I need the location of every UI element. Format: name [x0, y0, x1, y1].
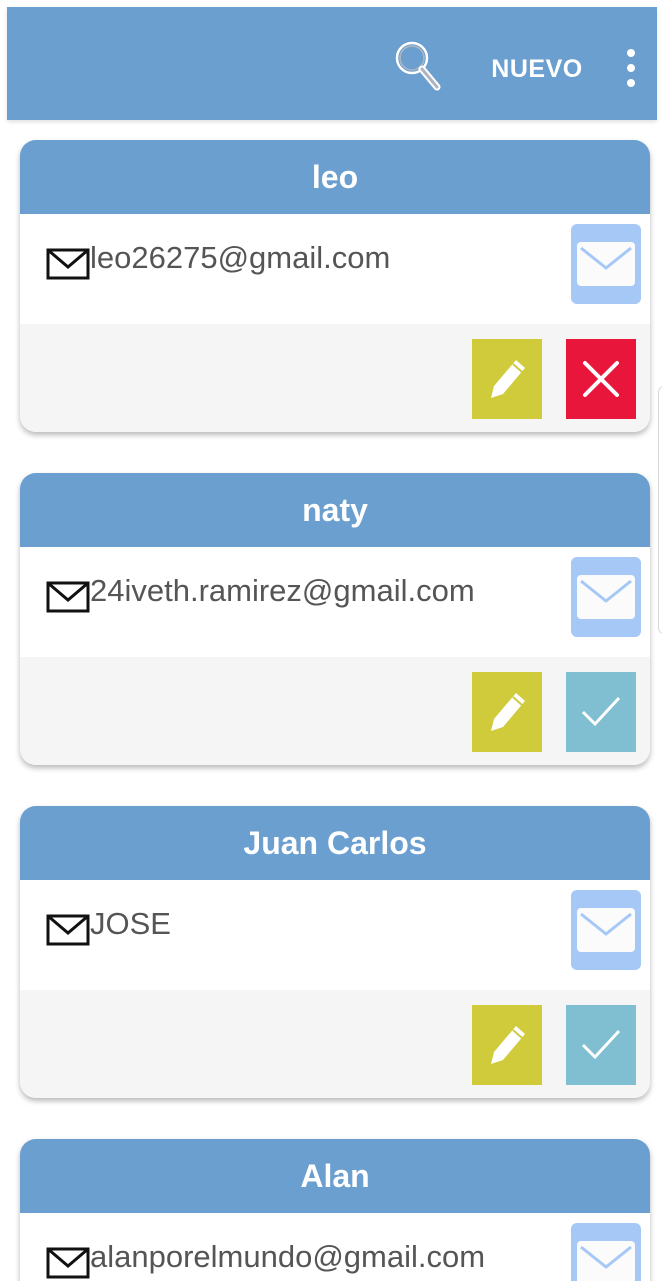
close-icon — [583, 361, 619, 397]
contact-email: leo26275@gmail.com — [90, 240, 391, 275]
contact-name: leo — [20, 140, 650, 214]
contact-name: Alan — [20, 1139, 650, 1213]
envelope-icon — [46, 580, 90, 614]
search-icon[interactable] — [392, 37, 444, 93]
pencil-icon — [491, 1026, 525, 1064]
checkmark-icon — [581, 696, 621, 727]
send-email-button[interactable] — [571, 557, 641, 637]
envelope-icon — [46, 913, 90, 947]
confirm-button[interactable] — [566, 1005, 636, 1085]
contact-email: JOSE — [90, 906, 171, 941]
send-email-button[interactable] — [571, 890, 641, 970]
mail-icon — [577, 908, 635, 952]
pencil-icon — [491, 360, 525, 398]
contact-name: naty — [20, 473, 650, 547]
mail-icon — [577, 575, 635, 619]
edit-button[interactable] — [472, 1005, 542, 1085]
mail-icon — [577, 242, 635, 286]
contact-actions — [20, 324, 650, 432]
confirm-button[interactable] — [566, 672, 636, 752]
contact-email-row: 24iveth.ramirez@gmail.com — [20, 547, 650, 657]
mail-icon — [577, 1241, 635, 1281]
edit-button[interactable] — [472, 339, 542, 419]
contact-actions — [20, 657, 650, 765]
contact-card: Juan Carlos JOSE — [20, 806, 650, 1098]
contact-email-row: JOSE — [20, 880, 650, 990]
edit-button[interactable] — [472, 672, 542, 752]
contact-email: alanporelmundo@gmail.com — [90, 1239, 486, 1274]
contact-card: Alan alanporelmundo@gmail.com — [20, 1139, 650, 1281]
envelope-icon — [46, 1246, 90, 1280]
pencil-icon — [491, 693, 525, 731]
contact-actions — [20, 990, 650, 1098]
contact-list[interactable]: leo leo26275@gmail.com naty 24iveth.rami… — [0, 120, 662, 1281]
side-scroll-indicator — [658, 386, 662, 634]
contact-card: leo leo26275@gmail.com — [20, 140, 650, 432]
new-contact-button[interactable]: NUEVO — [479, 43, 595, 95]
contact-card: naty 24iveth.ramirez@gmail.com — [20, 473, 650, 765]
envelope-icon — [46, 247, 90, 281]
contact-name: Juan Carlos — [20, 806, 650, 880]
send-email-button[interactable] — [571, 224, 641, 304]
more-vert-icon[interactable] — [611, 45, 651, 93]
delete-button[interactable] — [566, 339, 636, 419]
contact-email: 24iveth.ramirez@gmail.com — [90, 573, 475, 608]
contact-email-row: leo26275@gmail.com — [20, 214, 650, 324]
app-bar: NUEVO — [7, 7, 657, 120]
send-email-button[interactable] — [571, 1223, 641, 1281]
contact-email-row: alanporelmundo@gmail.com — [20, 1213, 650, 1281]
checkmark-icon — [581, 1029, 621, 1060]
